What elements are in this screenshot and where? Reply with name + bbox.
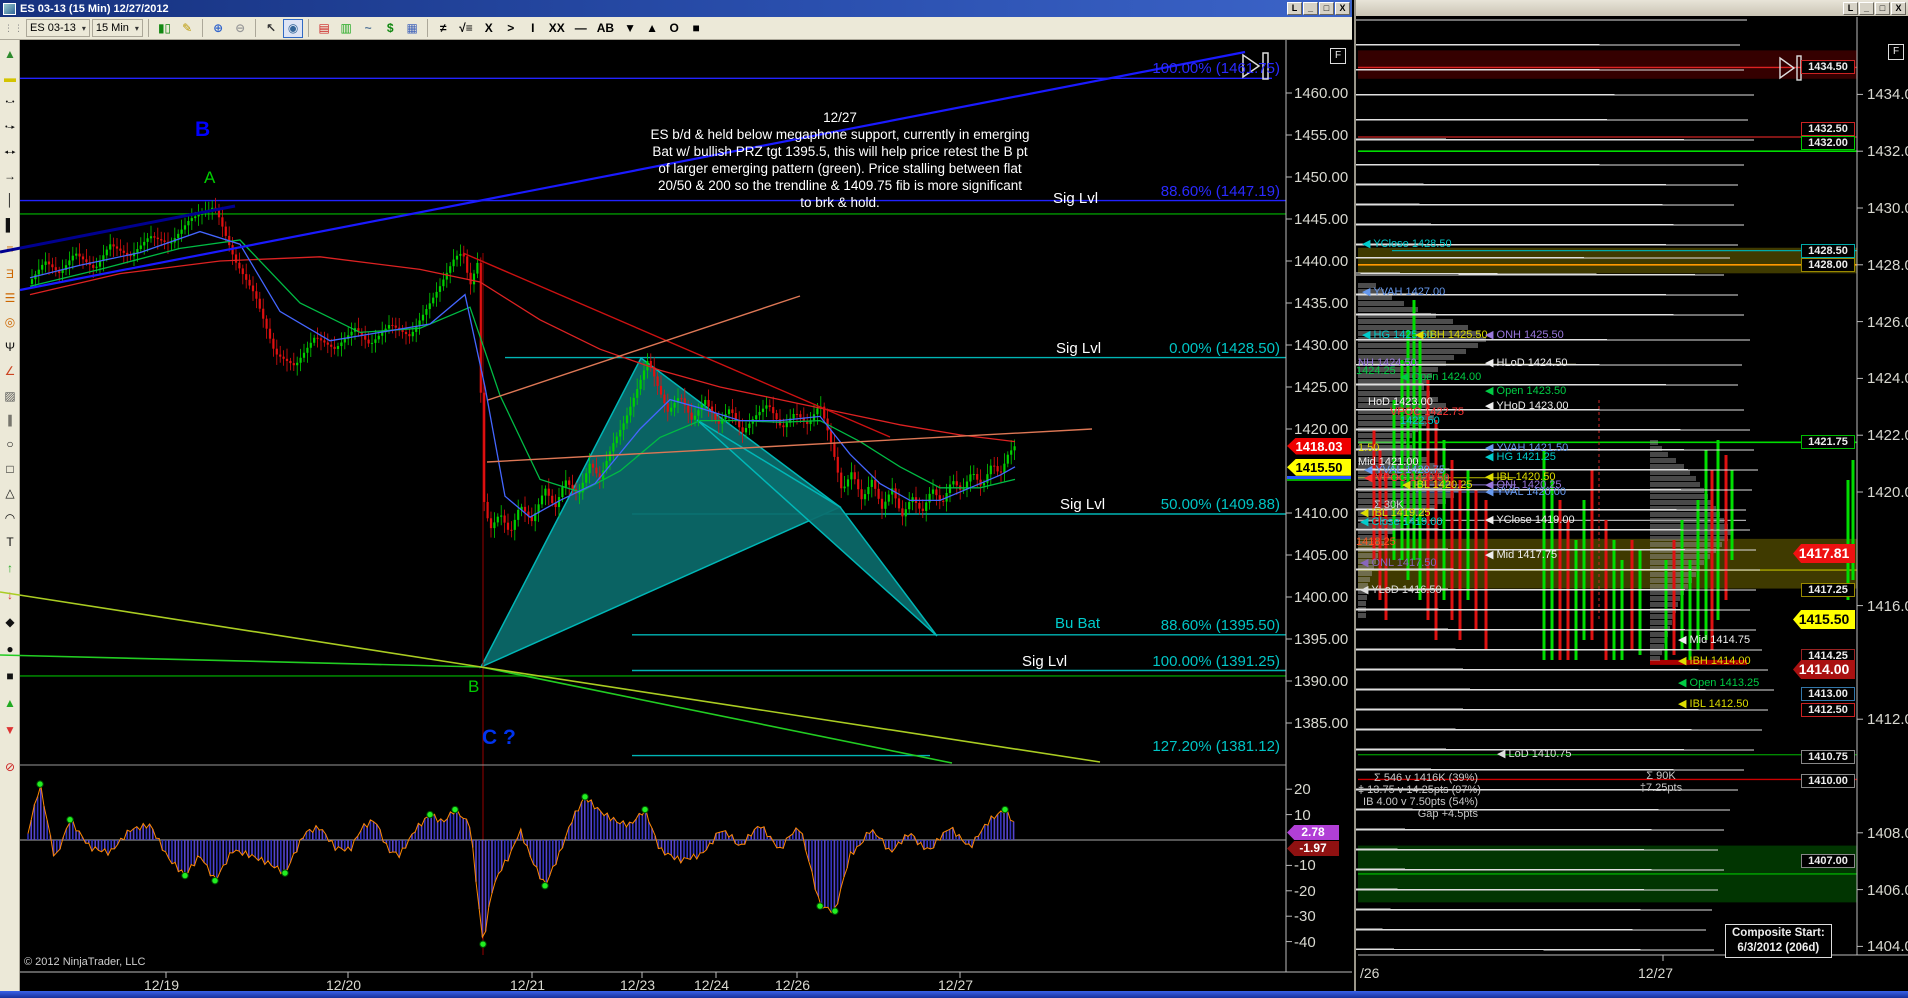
- main-chart-canvas: [0, 0, 1352, 998]
- profile-window: L_□X ◀ YClose 1428.50◀ YVAH 1427.00◀ HG …: [1354, 0, 1908, 998]
- profile-chart-canvas: [1356, 0, 1908, 998]
- taskbar-strip: [0, 991, 1908, 998]
- chart-window: ES 03-13 (15 Min) 12/27/2012 L_□X ⋮⋮ES 0…: [0, 0, 1352, 998]
- oscillator-bars: [28, 785, 1014, 937]
- trading-workspace: ES 03-13 (15 Min) 12/27/2012 L_□X ⋮⋮ES 0…: [0, 0, 1908, 998]
